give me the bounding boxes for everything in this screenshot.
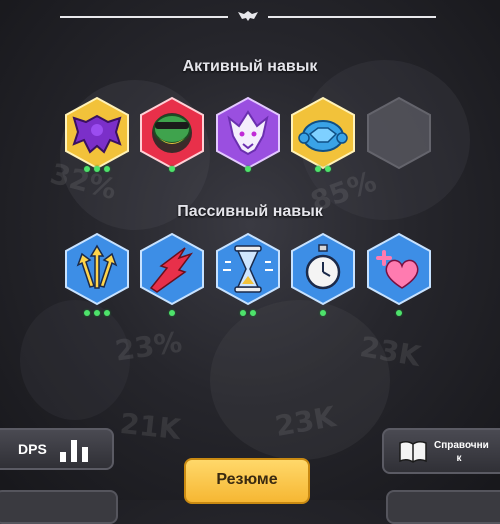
level-dots xyxy=(290,166,356,172)
active-skill-slot-3[interactable] xyxy=(215,96,281,172)
passive-skill-heading: Пассивный навык xyxy=(177,203,323,220)
triple-arrows-up-icon xyxy=(76,244,118,289)
active-skill-slot-1[interactable] xyxy=(64,96,130,172)
open-book-icon xyxy=(399,440,427,463)
level-dots xyxy=(64,310,130,316)
bottom-left-button[interactable] xyxy=(0,490,118,524)
heart-plus-icon xyxy=(376,250,419,289)
bat-crest-icon xyxy=(238,11,258,21)
hourglass-icon xyxy=(223,245,273,293)
red-slash-dash-icon xyxy=(149,247,194,293)
green-frog-bandit-icon xyxy=(152,113,192,153)
level-dots xyxy=(139,166,205,172)
passive-skill-slot-4[interactable] xyxy=(290,232,356,316)
dps-label: DPS xyxy=(18,441,47,457)
guide-button[interactable]: Справочни к xyxy=(382,428,500,474)
bat-wing-icon xyxy=(72,114,122,154)
active-skill-slot-2[interactable] xyxy=(139,96,205,172)
level-dots xyxy=(139,310,205,316)
active-skill-slot-4[interactable] xyxy=(290,96,356,172)
guide-label: Справочни к xyxy=(434,440,489,464)
level-dots xyxy=(215,310,281,316)
passive-skill-slot-3[interactable] xyxy=(215,232,281,316)
level-dots xyxy=(215,166,281,172)
bottom-right-button[interactable] xyxy=(386,490,500,524)
stopwatch-icon xyxy=(305,244,341,290)
blue-turtle-shell-icon xyxy=(298,120,348,152)
passive-skill-slot-5[interactable] xyxy=(366,232,432,316)
level-dots xyxy=(366,310,432,316)
top-divider xyxy=(60,10,436,22)
passive-skill-slot-2[interactable] xyxy=(139,232,205,316)
active-skill-slot-5-empty[interactable] xyxy=(366,96,432,170)
dps-button[interactable]: DPS xyxy=(0,428,114,470)
white-wolf-spirit-icon xyxy=(227,110,269,156)
active-skill-heading: Активный навык xyxy=(182,58,318,75)
resume-button[interactable]: Резюме xyxy=(184,458,310,504)
bar-chart-icon xyxy=(60,440,88,462)
passive-skill-slot-1[interactable] xyxy=(64,232,130,316)
level-dots xyxy=(290,310,356,316)
level-dots xyxy=(64,166,130,172)
